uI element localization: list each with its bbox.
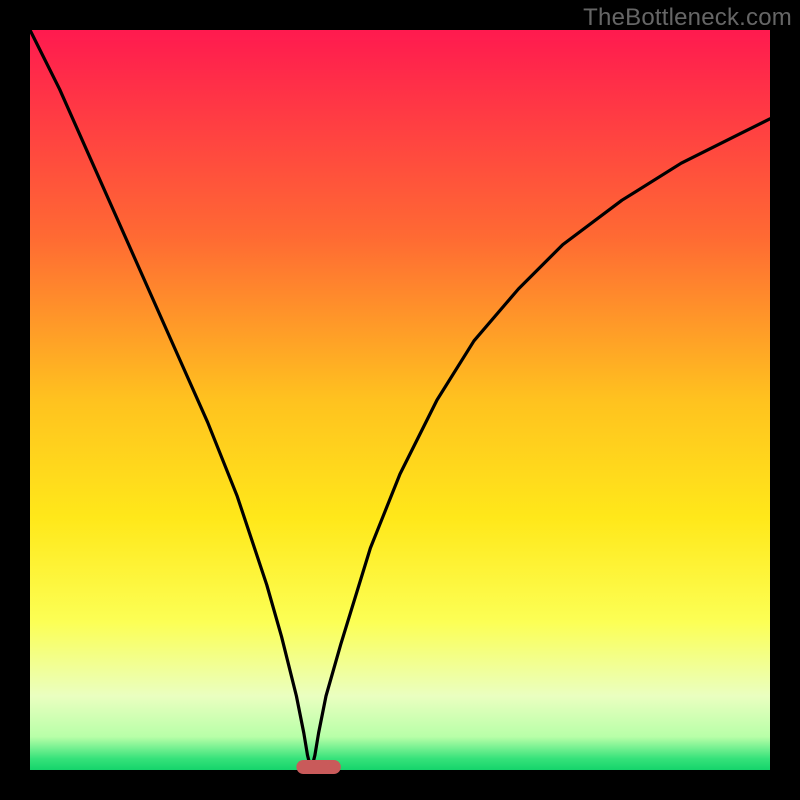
bottleneck-chart bbox=[0, 0, 800, 800]
optimum-marker bbox=[296, 760, 340, 774]
plot-background bbox=[30, 30, 770, 770]
chart-frame: TheBottleneck.com bbox=[0, 0, 800, 800]
watermark-text: TheBottleneck.com bbox=[583, 4, 792, 32]
